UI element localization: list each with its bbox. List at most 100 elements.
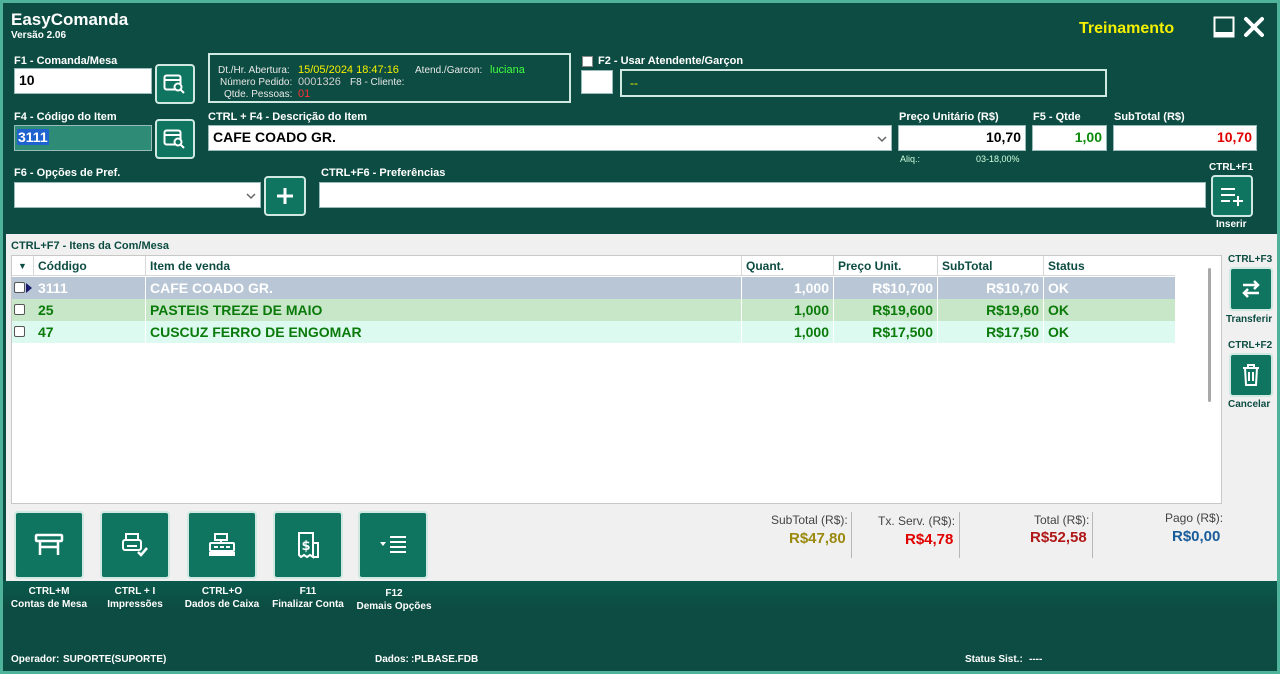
dados-de-caixa-shortcut: CTRL+O xyxy=(201,586,243,597)
aliq-value: 03-18,00% xyxy=(976,154,1020,164)
chevron-down-icon xyxy=(877,131,887,147)
table-row[interactable]: 3111 CAFE COADO GR. 1,000 R$10,700 R$10,… xyxy=(12,277,1175,299)
impressoes-button[interactable] xyxy=(100,511,170,579)
col-header-subtotal[interactable]: SubTotal xyxy=(938,256,1044,276)
sort-toggle[interactable]: ▼ xyxy=(12,256,34,276)
items-grid: ▼ Códdigo Item de venda Quant. Preço Uni… xyxy=(11,255,1222,504)
qtde-label: F5 - Qtde xyxy=(1033,111,1081,123)
impressoes-shortcut: CTRL + I xyxy=(114,586,156,597)
subtotal-input[interactable]: 10,70 xyxy=(1113,125,1257,151)
transferir-button[interactable] xyxy=(1229,267,1273,311)
comanda-search-button[interactable] xyxy=(155,64,195,104)
cell-item: CAFE COADO GR. xyxy=(146,277,742,299)
cell-subtotal: R$19,60 xyxy=(938,299,1044,321)
search-list-icon xyxy=(163,74,185,94)
cliente-label: F8 - Cliente: xyxy=(350,77,405,88)
preco-input[interactable]: 10,70 xyxy=(898,125,1026,151)
row-pointer-icon xyxy=(26,283,32,293)
dados-value: :PLBASE.FDB xyxy=(411,654,479,665)
cash-register-icon xyxy=(209,533,235,556)
col-header-item[interactable]: Item de venda xyxy=(146,256,742,276)
row-checkbox[interactable] xyxy=(14,282,25,293)
receipt-dollar-icon: $ xyxy=(298,532,319,559)
cell-preco: R$10,700 xyxy=(834,277,938,299)
divider xyxy=(1092,512,1093,558)
transferir-shortcut: CTRL+F3 xyxy=(1228,254,1273,265)
inserir-button[interactable] xyxy=(1211,175,1253,217)
grid-header: ▼ Códdigo Item de venda Quant. Preço Uni… xyxy=(12,256,1175,276)
cell-status: OK xyxy=(1048,302,1069,318)
descricao-select[interactable]: CAFE COADO GR. xyxy=(208,125,892,151)
cell-preco: R$17,500 xyxy=(834,321,938,343)
items-section-label: CTRL+F7 - Itens da Com/Mesa xyxy=(11,240,170,252)
add-preference-button[interactable] xyxy=(264,176,306,216)
contas-de-mesa-label: Contas de Mesa xyxy=(10,599,88,610)
chevron-down-icon xyxy=(246,188,256,204)
opcoes-select[interactable] xyxy=(14,182,261,208)
contas-de-mesa-caption: CTRL+M Contas de Mesa xyxy=(9,585,89,611)
total-label: Total (R$): xyxy=(1034,513,1090,527)
demais-opcoes-shortcut: F12 xyxy=(385,588,403,599)
pago-value: R$0,00 xyxy=(1172,528,1221,545)
pago-label: Pago (R$): xyxy=(1165,511,1224,525)
col-header-status[interactable]: Status xyxy=(1044,256,1175,276)
close-icon[interactable] xyxy=(1243,16,1265,38)
cell-item: CUSCUZ FERRO DE ENGOMAR xyxy=(146,321,742,343)
atendente-value: luciana xyxy=(490,64,525,76)
inserir-shortcut: CTRL+F1 xyxy=(1209,162,1254,173)
descricao-value: CAFE COADO GR. xyxy=(213,129,336,145)
transferir-label: Transferir xyxy=(1226,314,1273,325)
svg-text:$: $ xyxy=(301,539,310,554)
demais-opcoes-caption: F12 Demais Opções xyxy=(352,587,436,613)
descricao-label: CTRL + F4 - Descrição do Item xyxy=(208,111,368,123)
atendente-checkbox[interactable] xyxy=(582,56,593,67)
subtotal-label: SubTotal (R$) xyxy=(1114,111,1185,123)
info-box: Dt./Hr. Abertura: 15/05/2024 18:47:16 At… xyxy=(208,53,571,103)
easycomanda-window: EasyComanda Versão 2.06 Treinamento F1 -… xyxy=(0,0,1280,674)
codigo-input[interactable]: 3111 xyxy=(14,125,152,151)
col-header-preco[interactable]: Preço Unit. xyxy=(834,256,938,276)
table-row[interactable]: 25 PASTEIS TREZE DE MAIO 1,000 R$19,600 … xyxy=(12,299,1175,321)
row-checkbox[interactable] xyxy=(14,304,25,315)
preferencias-input[interactable] xyxy=(319,182,1206,208)
opcoes-label: F6 - Opções de Pref. xyxy=(14,167,121,179)
comanda-input[interactable]: 10 xyxy=(14,68,152,94)
cancelar-button[interactable] xyxy=(1229,353,1273,397)
atendente-label: Atend./Garcon: xyxy=(415,65,483,76)
demais-opcoes-label: Demais Opções xyxy=(356,601,432,612)
atendente-name-field: -- xyxy=(620,69,1107,97)
cell-subtotal: R$17,50 xyxy=(938,321,1044,343)
dados-de-caixa-caption: CTRL+O Dados de Caixa xyxy=(180,585,264,611)
menu-options-icon xyxy=(380,536,406,553)
contas-de-mesa-button[interactable] xyxy=(14,511,84,579)
finalizar-conta-button[interactable]: $ xyxy=(273,511,343,579)
qtde-input[interactable]: 1,00 xyxy=(1032,125,1107,151)
plus-icon xyxy=(277,188,293,204)
atendente-code-input[interactable] xyxy=(581,70,613,94)
mode-label: Treinamento xyxy=(1079,20,1175,37)
atendente-option-label: F2 - Usar Atendente/Garçon xyxy=(598,55,744,67)
cell-item: PASTEIS TREZE DE MAIO xyxy=(146,299,742,321)
row-checkbox[interactable] xyxy=(14,326,25,337)
app-version: Versão 2.06 xyxy=(11,30,67,41)
servico-label: Tx. Serv. (R$): xyxy=(878,514,956,528)
dados-label: Dados: xyxy=(375,654,409,665)
contas-de-mesa-shortcut: CTRL+M xyxy=(28,586,70,597)
col-header-codigo[interactable]: Códdigo xyxy=(34,256,146,276)
total-value: R$52,58 xyxy=(1030,529,1087,546)
table-row[interactable]: 47 CUSCUZ FERRO DE ENGOMAR 1,000 R$17,50… xyxy=(12,321,1175,343)
pessoas-label: Qtde. Pessoas: xyxy=(224,89,293,100)
operador-value: SUPORTE(SUPORTE) xyxy=(63,654,167,665)
grid-scrollbar[interactable] xyxy=(1208,268,1211,402)
cell-status: OK xyxy=(1048,280,1069,296)
minimize-icon[interactable] xyxy=(1213,16,1235,38)
cell-quant: 1,000 xyxy=(742,299,834,321)
codigo-search-button[interactable] xyxy=(155,119,195,159)
servico-value: R$4,78 xyxy=(905,531,954,548)
codigo-label: F4 - Código do Item xyxy=(14,111,117,123)
demais-opcoes-button[interactable] xyxy=(358,511,428,579)
dados-de-caixa-button[interactable] xyxy=(187,511,257,579)
col-header-quant[interactable]: Quant. xyxy=(742,256,834,276)
search-list-icon xyxy=(163,129,185,149)
pessoas-value: 01 xyxy=(298,88,311,100)
